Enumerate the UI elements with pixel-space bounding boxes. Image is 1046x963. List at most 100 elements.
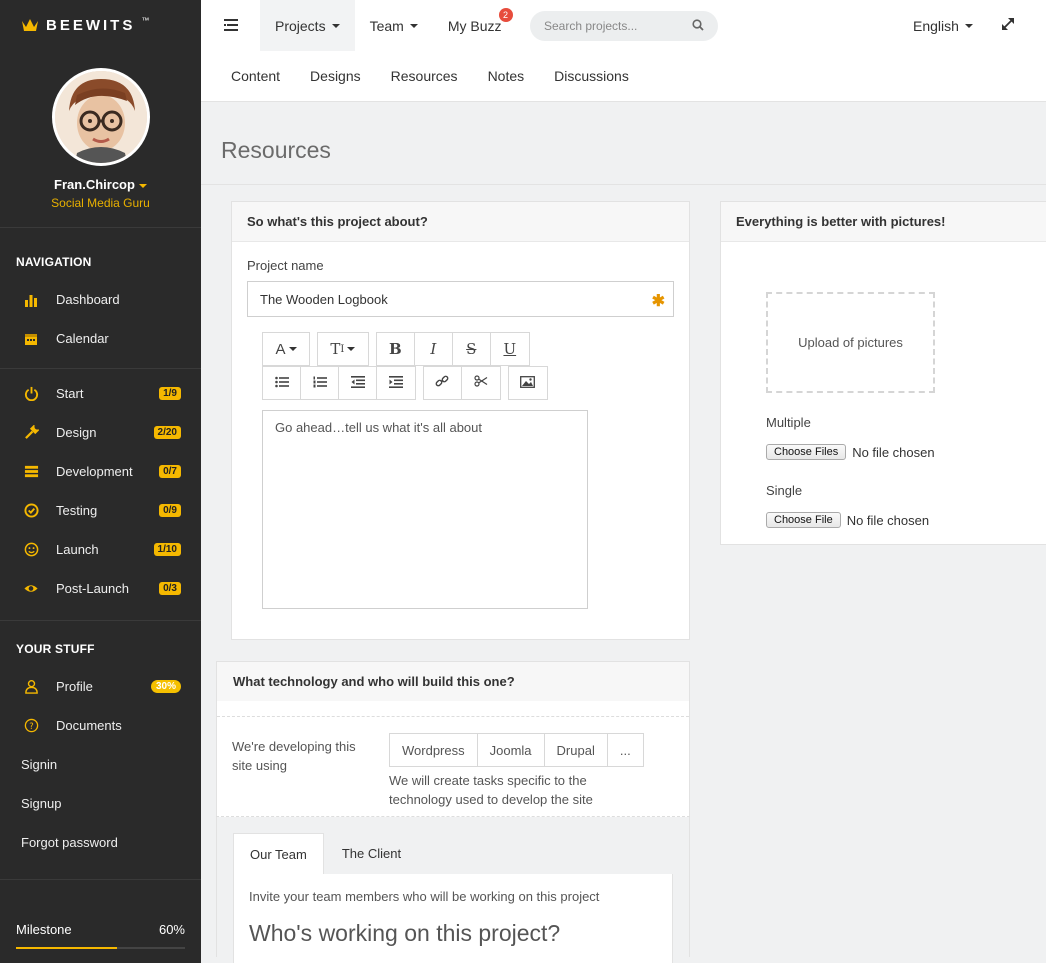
milestone-label: Milestone [16, 922, 72, 937]
bold-button[interactable]: B [377, 333, 415, 365]
milestone-progress: Milestone 60% [0, 879, 201, 963]
subtab-notes[interactable]: Notes [488, 68, 525, 84]
description-editor[interactable]: Go ahead…tell us what it's all about [262, 410, 588, 609]
sidebar-item-label: Calendar [56, 331, 109, 346]
sidebar-item-label: Dashboard [56, 292, 120, 307]
progress-badge: 1/10 [153, 543, 181, 556]
single-label: Single [766, 483, 803, 498]
font-size-button[interactable]: TI [318, 333, 368, 365]
team-tabs: Our Team The Client Invite your team mem… [216, 817, 690, 963]
fullscreen-icon[interactable] [1001, 17, 1015, 34]
sidebar-item-calendar[interactable]: Calendar [0, 319, 201, 358]
sidebar-item-profile[interactable]: Profile 30% [0, 667, 201, 706]
technology-selector: Wordpress Joomla Drupal ... [389, 733, 644, 767]
user-name: Fran.Chircop [54, 177, 135, 192]
option-joomla[interactable]: Joomla [478, 734, 545, 766]
sidebar-item-signin[interactable]: Signin [0, 745, 201, 784]
technology-row: We're developing this site using Wordpre… [216, 701, 690, 817]
bar-chart-icon [22, 291, 40, 309]
developing-label: We're developing this site using [232, 739, 356, 773]
sidebar-item-launch[interactable]: Launch 1/10 [0, 530, 201, 569]
language-selector[interactable]: English [913, 0, 973, 51]
upload-dropzone[interactable]: Upload of pictures [766, 292, 935, 393]
editor-toolbar-row-1: A TI B I S U [262, 332, 533, 366]
avatar[interactable] [51, 68, 150, 166]
subtab-discussions[interactable]: Discussions [554, 68, 629, 84]
tab-my-buzz[interactable]: My Buzz 2 [433, 0, 517, 51]
chevron-down-icon [409, 23, 418, 28]
sidebar-item-label: Testing [56, 503, 98, 518]
menu-toggle-button[interactable] [201, 0, 260, 51]
subtab-content[interactable]: Content [231, 68, 280, 84]
tab-content: Invite your team members who will be wor… [233, 874, 673, 963]
sidebar-item-label: Development [56, 464, 133, 479]
progress-badge: 0/7 [159, 465, 181, 478]
sidebar-item-forgot-password[interactable]: Forgot password [0, 823, 201, 862]
sidebar-item-testing[interactable]: Testing 0/9 [0, 491, 201, 530]
subtab-designs[interactable]: Designs [310, 68, 361, 84]
profile-completion-badge: 30% [150, 680, 181, 693]
search-placeholder: Search projects... [544, 19, 638, 33]
outdent-button[interactable] [339, 367, 377, 399]
sidebar-item-development[interactable]: Development 0/7 [0, 452, 201, 491]
bee-crown-icon [22, 19, 38, 31]
notification-badge: 2 [498, 8, 513, 22]
sidebar-item-signup[interactable]: Signup [0, 784, 201, 823]
chevron-down-icon [138, 183, 147, 188]
tab-our-team[interactable]: Our Team [233, 833, 324, 874]
calendar-icon [22, 330, 40, 348]
list-ul-icon [274, 375, 289, 392]
font-family-button[interactable]: A [263, 333, 309, 365]
your-stuff-heading: YOUR STUFF [16, 642, 95, 656]
option-wordpress[interactable]: Wordpress [390, 734, 478, 766]
sidebar-item-label: Design [56, 425, 97, 440]
user-menu[interactable]: Fran.Chircop [0, 177, 201, 192]
technology-help: We will create tasks specific to the tec… [389, 773, 593, 807]
power-icon [22, 385, 40, 403]
sidebar-item-start[interactable]: Start 1/9 [0, 374, 201, 413]
tab-label: My Buzz [447, 17, 502, 34]
tab-label: Team [369, 17, 404, 34]
milestone-bar [16, 947, 185, 949]
progress-badge: 0/3 [159, 582, 181, 595]
sidebar-item-label: Profile [56, 679, 93, 694]
panel-title: So what's this project about? [232, 202, 689, 242]
brand-logo[interactable]: BEEWITS ™ [0, 0, 201, 50]
option-more[interactable]: ... [608, 734, 643, 766]
tab-team[interactable]: Team [355, 0, 433, 51]
help-circle-icon: ? [22, 717, 40, 735]
invite-text: Invite your team members who will be wor… [249, 889, 600, 904]
user-role: Social Media Guru [51, 196, 150, 210]
option-drupal[interactable]: Drupal [545, 734, 608, 766]
project-about-panel: So what's this project about? Project na… [231, 201, 690, 640]
multiple-file-input: Choose Files No file chosen [766, 444, 935, 460]
strikethrough-button[interactable]: S [453, 333, 491, 365]
sidebar-item-design[interactable]: Design 2/20 [0, 413, 201, 452]
underline-button[interactable]: U [491, 333, 529, 365]
sidebar-item-dashboard[interactable]: Dashboard [0, 280, 201, 319]
insert-image-button[interactable] [509, 367, 547, 399]
choose-file-button[interactable]: Choose File [766, 512, 841, 528]
unlink-button[interactable] [462, 367, 500, 399]
bullet-list-button[interactable] [263, 367, 301, 399]
tab-the-client[interactable]: The Client [326, 833, 417, 874]
brand-tm: ™ [141, 16, 150, 25]
tab-projects[interactable]: Projects [260, 0, 355, 51]
subtab-resources[interactable]: Resources [391, 68, 458, 84]
search-icon[interactable] [692, 18, 704, 34]
sidebar-item-post-launch[interactable]: Post-Launch 0/3 [0, 569, 201, 608]
sidebar-item-documents[interactable]: ? Documents [0, 706, 201, 745]
indent-button[interactable] [377, 367, 415, 399]
numbered-list-button[interactable] [301, 367, 339, 399]
tab-label: Projects [275, 17, 326, 34]
choose-files-button[interactable]: Choose Files [766, 444, 847, 460]
user-profile: Fran.Chircop Social Media Guru [0, 50, 201, 228]
hamburger-icon [223, 18, 238, 34]
insert-link-button[interactable] [424, 367, 462, 399]
image-icon [520, 375, 536, 392]
chevron-down-icon [964, 23, 973, 28]
indent-icon [389, 375, 403, 392]
italic-button[interactable]: I [415, 333, 453, 365]
search-input[interactable]: Search projects... [530, 11, 718, 41]
project-name-field[interactable]: The Wooden Logbook ✱ [247, 281, 674, 317]
